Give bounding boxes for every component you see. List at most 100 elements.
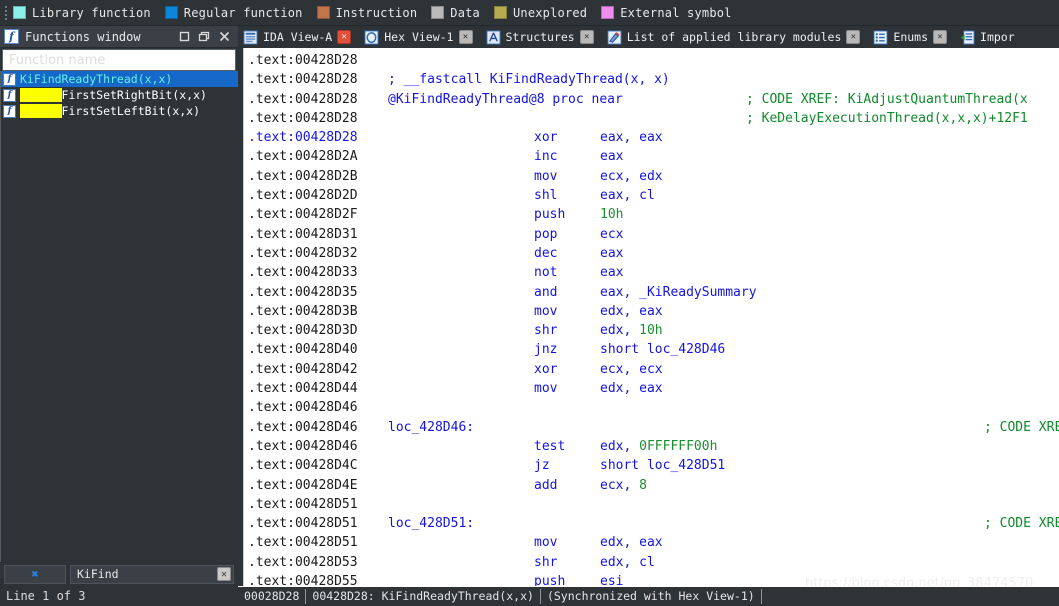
close-icon[interactable] (214, 27, 234, 47)
function-name-search-box[interactable]: Function name (2, 49, 236, 71)
legend-label: Unexplored (512, 5, 588, 20)
disassembly-line[interactable]: .text:00428D40 jnz short loc_428D46 (244, 340, 1059, 359)
instruction-operands[interactable]: edx, 0FFFFFF00h (600, 437, 717, 456)
tab-enums[interactable]: Enums ✕ (868, 26, 955, 48)
restore-icon[interactable] (174, 27, 194, 47)
view-tab-bar[interactable]: IDA View-A ✕ Hex View-1 ✕ Structures ✕ List of… (238, 26, 1059, 48)
instruction-operands[interactable]: edx, cl (600, 553, 655, 572)
line-address: .text:00428D42 (248, 361, 358, 377)
tab-ida-view-a[interactable]: IDA View-A ✕ (238, 26, 359, 48)
line-address: .text:00428D46 (248, 400, 358, 416)
disassembly-line[interactable]: .text:00428D51 (244, 495, 1059, 514)
code-label[interactable]: @KiFindReadyThread@8 proc near (388, 90, 623, 109)
disassembly-line[interactable]: .text:00428D32 dec eax (244, 244, 1059, 263)
disassembly-line[interactable]: .text:00428D31 pop ecx (244, 225, 1059, 244)
tab-close-icon[interactable]: ✕ (579, 30, 594, 44)
disassembly-line[interactable]: .text:00428D4C jz short loc_428D51 (244, 456, 1059, 475)
instruction-operands[interactable]: edx, eax (600, 379, 663, 398)
instruction-operands[interactable]: ecx, 8 (600, 476, 647, 495)
tab-close-icon[interactable]: ✕ (337, 30, 352, 44)
tab-hex-view-1[interactable]: Hex View-1 ✕ (359, 26, 480, 48)
instruction-operands[interactable]: short loc_428D46 (600, 340, 725, 359)
disassembly-line[interactable]: .text:00428D53 shr edx, cl (244, 553, 1059, 572)
instruction-operands[interactable]: edx, 10h (600, 321, 663, 340)
disassembly-line[interactable]: .text:00428D3B mov edx, eax (244, 302, 1059, 321)
disassembly-line[interactable]: .text:00428D2D shl eax, cl (244, 186, 1059, 205)
hex-view-icon (364, 29, 379, 45)
color-legend-bar: Library function Regular function Instruct… (0, 0, 1059, 26)
legend-item: Regular function (164, 6, 303, 20)
functions-filter-field[interactable]: KiFind ✕ (70, 564, 234, 584)
clear-filter-icon[interactable]: ✕ (217, 567, 231, 581)
instruction-operands[interactable]: esi (600, 572, 623, 586)
function-list-item[interactable]: f KiFindReadyThread(x,x) (1, 71, 238, 87)
functions-line-status: Line 1 of 3 (0, 586, 238, 606)
disassembly-line[interactable]: .text:00428D46 test edx, 0FFFFFF00h (244, 437, 1059, 456)
instruction-operands[interactable]: ecx, edx (600, 167, 663, 186)
disassembly-line[interactable]: .text:00428D46 (244, 398, 1059, 417)
functions-list[interactable]: f KiFindReadyThread(x,x) f KiFindFirstSetRi… (0, 71, 238, 562)
instruction-operands[interactable]: eax, eax (600, 128, 663, 147)
disassembly-line[interactable]: .text:00428D28 @KiFindReadyThread@8 proc … (244, 90, 1059, 109)
instruction-operands[interactable]: eax, cl (600, 186, 655, 205)
tab-close-icon[interactable]: ✕ (933, 30, 948, 44)
tab-structures[interactable]: Structures ✕ (481, 26, 602, 48)
disassembly-line[interactable]: .text:00428D2B mov ecx, edx (244, 167, 1059, 186)
tab-close-icon[interactable]: ✕ (846, 30, 861, 44)
disassembly-line[interactable]: .text:00428D33 not eax (244, 263, 1059, 282)
disassembly-line[interactable]: .text:00428D28 (244, 51, 1059, 70)
disassembly-line[interactable]: .text:00428D35 and eax, _KiReadySummary (244, 283, 1059, 302)
function-name-search-input[interactable]: Function name (9, 53, 105, 68)
instruction-operands[interactable]: edx, eax (600, 533, 663, 552)
instruction-operands[interactable]: eax (600, 147, 623, 166)
code-label[interactable]: loc_428D46: (388, 418, 474, 437)
disassembly-line[interactable]: .text:00428D42 xor ecx, ecx (244, 360, 1059, 379)
instruction-mnemonic: push (534, 574, 566, 586)
disassembly-line[interactable]: .text:00428D44 mov edx, eax (244, 379, 1059, 398)
tab-close-icon[interactable]: ✕ (458, 30, 473, 44)
maximize-icon[interactable] (194, 27, 214, 47)
function-list-item[interactable]: f KiFindFirstSetLeftBit(x,x) (1, 103, 238, 119)
disassembly-line[interactable]: .text:00428D2A inc eax (244, 147, 1059, 166)
disassembly-line[interactable]: .text:00428D2F push 10h (244, 205, 1059, 224)
status-bar-cell: (Synchronized with Hex View-1) (541, 589, 762, 604)
filter-disable-button[interactable]: ✖ (4, 564, 66, 584)
disassembly-line[interactable]: .text:00428D28 xor eax, eax (244, 128, 1059, 147)
toolbar-drag-handle[interactable] (2, 3, 10, 23)
line-comment: ; KeDelayExecutionThread(x,x,x)+12F1 (746, 110, 1028, 126)
disassembly-line[interactable]: .text:00428D51 mov edx, eax (244, 533, 1059, 552)
disassembly-line[interactable]: .text:00428D28 ; __fastcall KiFindReadyTh… (244, 70, 1059, 89)
function-list-item[interactable]: f KiFindFirstSetRightBit(x,x) (1, 87, 238, 103)
instruction-operands[interactable]: ecx, ecx (600, 360, 663, 379)
instruction-mnemonic: mov (534, 303, 558, 319)
operand-immediate: 10h (639, 323, 663, 339)
tab-list-of-applied-library-modules[interactable]: List of applied library modules ✕ (602, 26, 869, 48)
instruction-operands[interactable]: short loc_428D51 (600, 456, 725, 475)
ida-view-a-pane[interactable]: .text:00428D28 .text:00428D28 ; __fastcall… (238, 48, 1059, 586)
disassembly-line[interactable]: .text:00428D46 loc_428D46: ; CODE XREF: Ki… (244, 418, 1059, 437)
line-comment: ; CODE XREF: KiFindReadyThread(x,x)+ (984, 516, 1059, 532)
disassembly-line[interactable]: .text:00428D4E add ecx, 8 (244, 476, 1059, 495)
functions-filter-value[interactable]: KiFind (77, 567, 217, 581)
instruction-operands[interactable]: eax (600, 244, 623, 263)
line-comment: ; CODE XREF: KiAdjustQuantumThread(x (746, 91, 1028, 107)
functions-window-titlebar[interactable]: f Functions window (0, 26, 238, 48)
instruction-operands[interactable]: edx, eax (600, 302, 663, 321)
disassembly-line[interactable]: .text:00428D51 loc_428D51: ; CODE XREF: Ki… (244, 514, 1059, 533)
instruction-mnemonic: xor (534, 130, 558, 146)
disassembly-line[interactable]: .text:00428D28 ; KeDelayExecutionThread(x… (244, 109, 1059, 128)
operand-immediate: 0FFFFFF00h (639, 438, 718, 454)
instruction-operands[interactable]: eax (600, 263, 623, 282)
code-label[interactable]: loc_428D51: (388, 514, 474, 533)
function-name-label: KiFindFirstSetLeftBit(x,x) (20, 104, 200, 118)
instruction-operands[interactable]: 10h (600, 205, 623, 224)
instruction-operands[interactable]: eax, _KiReadySummary (600, 283, 757, 302)
operand-register: edx, (600, 438, 640, 454)
line-address: .text:00428D28 (248, 91, 358, 107)
instruction-operands[interactable]: ecx (600, 225, 623, 244)
disassembly-listing[interactable]: .text:00428D28 .text:00428D28 ; __fastcall… (244, 48, 1059, 586)
disassembly-line[interactable]: .text:00428D55 push esi (244, 572, 1059, 586)
legend-color-swatch (13, 6, 26, 19)
tab-impor[interactable]: Impor (955, 26, 1023, 48)
disassembly-line[interactable]: .text:00428D3D shr edx, 10h (244, 321, 1059, 340)
